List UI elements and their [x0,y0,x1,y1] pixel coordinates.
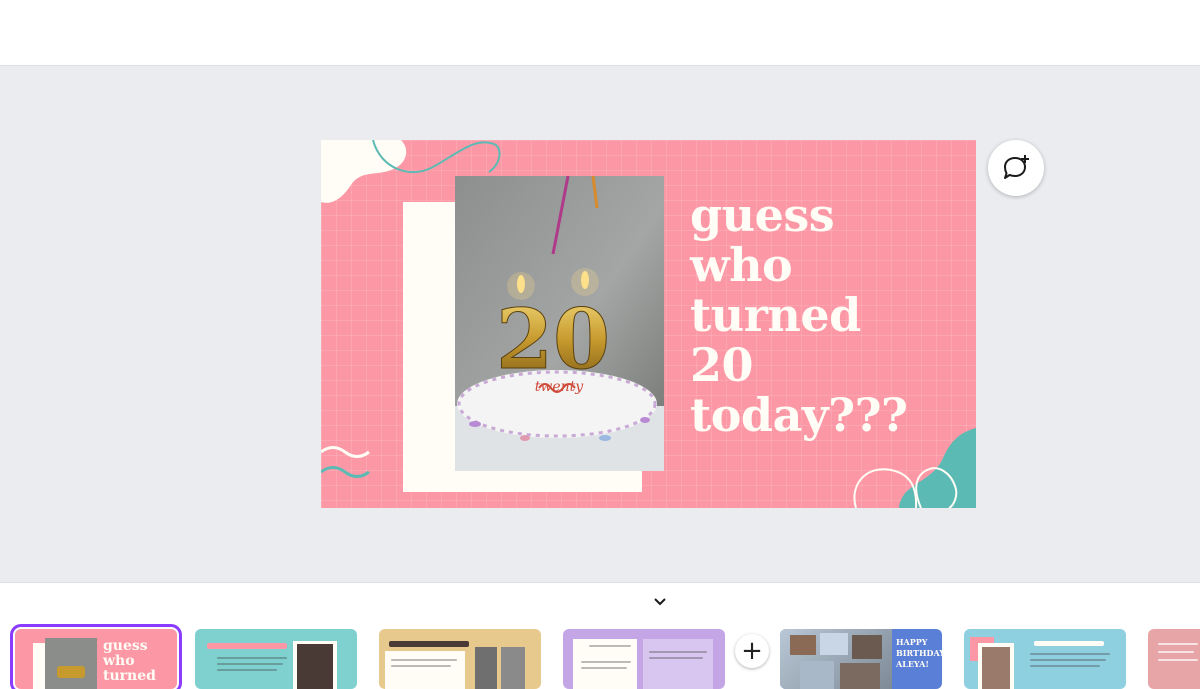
page-thumbnail-5[interactable]: HAPPY BIRTHDAY ALEYA! [780,629,942,689]
plus-icon: + [741,636,763,666]
collapse-filmstrip-button[interactable] [610,588,710,616]
page-thumbnail-3[interactable] [379,629,541,689]
thumb-photo [45,638,97,689]
headline-line: guess [690,188,835,242]
headline-line: who [690,238,793,292]
top-toolbar [0,0,1200,66]
cake-writing: twenty [535,379,585,395]
headline-line: turned [690,288,861,342]
headline-line: today??? [690,388,908,442]
add-comment-button[interactable] [988,140,1044,196]
add-comment-icon [1004,155,1029,179]
slide-canvas[interactable]: 20 twenty guess who turned 20 today??? [321,140,976,508]
thumb-title: HAPPY BIRTHDAY ALEYA! [896,637,942,669]
candle-number: 20 [496,292,610,388]
thumb-title: guess who turned [103,638,156,684]
birthday-cake-photo[interactable]: 20 twenty [455,176,664,471]
page-thumbnail-2[interactable] [195,629,357,689]
chevron-down-icon [654,598,666,606]
page-thumbnail-1[interactable]: guess who turned [10,624,182,689]
page-thumbnail-6[interactable] [964,629,1126,689]
page-thumbnail-4[interactable] [563,629,725,689]
add-page-button[interactable]: + [735,634,769,668]
headline-line: 20 [690,338,754,392]
headline-text[interactable]: guess who turned 20 today??? [690,190,970,440]
page-thumbnail-7[interactable] [1148,629,1200,689]
